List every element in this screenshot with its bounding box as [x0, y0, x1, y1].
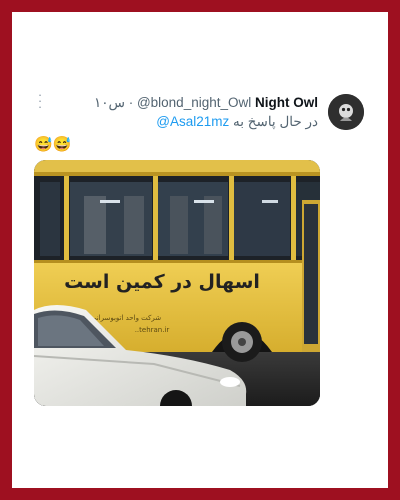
- bus-photo: اسهال در کمین است شرکت واحد اتوبوسرانی .…: [34, 160, 320, 406]
- owl-avatar-icon: [328, 94, 364, 130]
- bus-sign-text: اسهال در کمین است: [64, 271, 260, 293]
- avatar[interactable]: [328, 94, 364, 130]
- tweet-card[interactable]: ۱۰س · @blond_night_Owl Night Owl · · · @As…: [12, 12, 388, 488]
- tweet-header: ۱۰س · @blond_night_Owl Night Owl: [93, 95, 318, 110]
- display-name[interactable]: Night Owl: [255, 95, 318, 110]
- tweet-text: 😅😅: [34, 136, 72, 153]
- tweet-handle[interactable]: @blond_night_Owl: [137, 95, 251, 110]
- replying-to-line: @Asal21mz در حال پاسخ به: [156, 113, 318, 131]
- reply-prefix-text: در حال پاسخ به: [233, 114, 318, 129]
- bus-small-text: شرکت واحد اتوبوسرانی: [91, 314, 161, 322]
- screenshot-frame: ۱۰س · @blond_night_Owl Night Owl · · · @As…: [12, 12, 388, 488]
- reply-mention-link[interactable]: @Asal21mz: [156, 114, 229, 129]
- bus-site-text: ..tehran.ir: [135, 326, 170, 334]
- more-options-icon[interactable]: · · ·: [34, 88, 46, 113]
- tweet-time[interactable]: ۱۰س: [94, 95, 125, 110]
- tweet-media-image[interactable]: اسهال در کمین است شرکت واحد اتوبوسرانی .…: [34, 160, 320, 406]
